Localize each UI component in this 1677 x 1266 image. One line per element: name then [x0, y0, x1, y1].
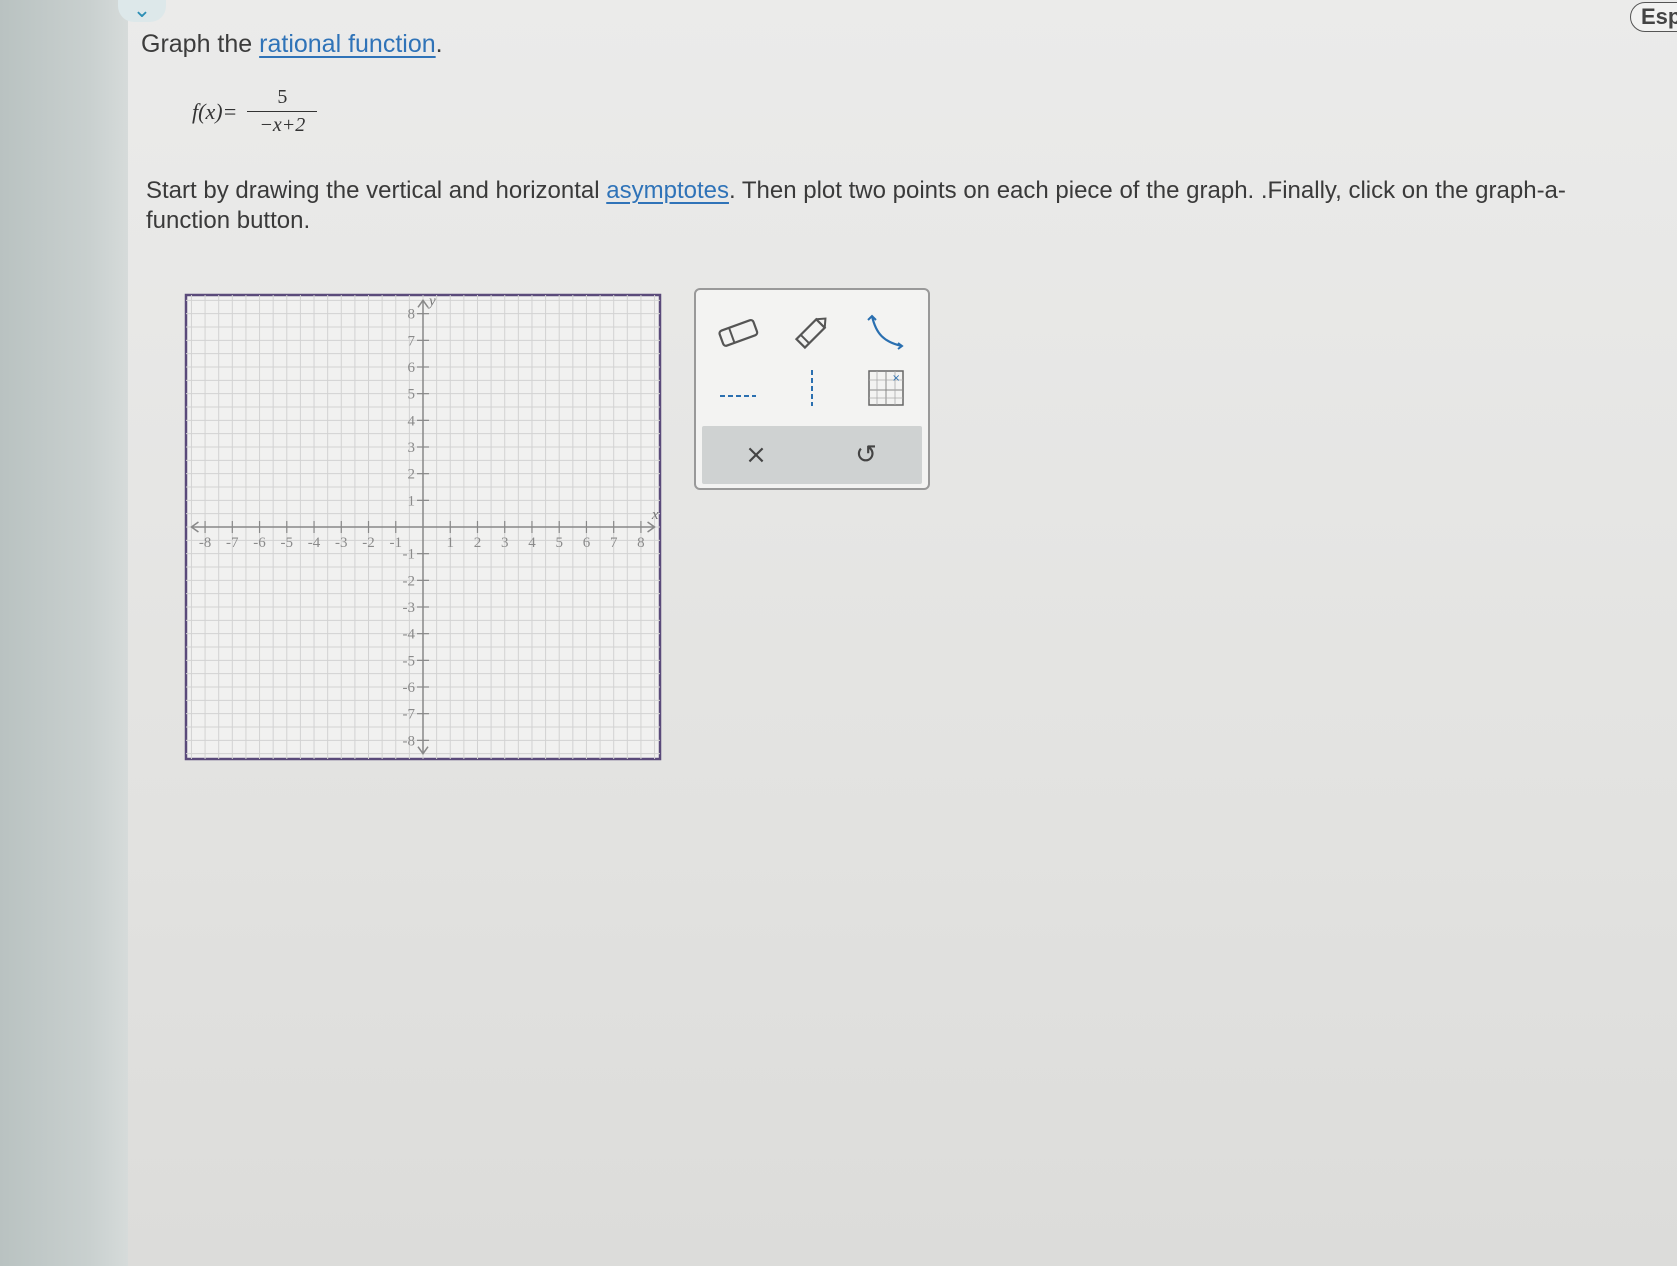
x-tick-label: -5 [281, 535, 294, 551]
y-tick-label: 8 [408, 307, 416, 323]
clear-button[interactable]: × [726, 432, 786, 478]
x-tick-label: -4 [308, 535, 321, 551]
x-tick-label: -6 [253, 535, 266, 551]
x-tick-label: -7 [226, 535, 239, 551]
pencil-icon [794, 317, 827, 350]
fraction-denominator: −x+2 [259, 114, 306, 136]
x-tick-label: -3 [335, 535, 348, 551]
instructions: Start by drawing the vertical and horizo… [146, 176, 1596, 236]
y-tick-label: 7 [408, 333, 416, 349]
x-tick-label: 1 [446, 535, 454, 551]
y-tick-label: 4 [408, 413, 416, 429]
left-strip [0, 0, 128, 1266]
eraser-tool-button[interactable] [708, 304, 768, 360]
y-tick-label: 5 [408, 387, 416, 403]
x-tick-label: 6 [583, 535, 591, 551]
x-tick-label: -8 [199, 535, 212, 551]
pencil-tool-button[interactable] [782, 304, 842, 360]
x-tick-label: 5 [555, 535, 563, 551]
coordinate-plane[interactable]: x y -8 -7 -6 -5 -4 -3 -2 -1 1 2 3 4 5 6 7 8 8 7 6 5 4 3 2 1 -1 -2 -3… [178, 287, 668, 767]
x-tick-label: 4 [528, 535, 536, 551]
function-lhs: f(x)= [192, 98, 238, 124]
graph-function-icon [867, 314, 904, 350]
function-formula: f(x)= 5 −x+2 [192, 86, 318, 137]
collapse-chevron-icon[interactable]: ⌄ [118, 0, 166, 22]
y-tick-label: 1 [408, 493, 416, 509]
x-tick-label: 3 [501, 535, 509, 551]
x-axis-label: x [651, 507, 659, 523]
svg-text:×: × [892, 373, 900, 384]
point-tool-icon: × [868, 370, 904, 406]
x-tick-label: 7 [610, 535, 618, 551]
y-tick-label: -5 [403, 653, 416, 669]
y-tick-label: -6 [403, 680, 416, 696]
vertical-asymptote-tool-button[interactable] [782, 360, 842, 416]
y-tick-label: -4 [403, 627, 416, 643]
y-tick-label: -8 [403, 733, 416, 749]
x-tick-label: -1 [390, 535, 403, 551]
graph-area[interactable]: x y -8 -7 -6 -5 -4 -3 -2 -1 1 2 3 4 5 6 7 8 8 7 6 5 4 3 2 1 -1 -2 -3… [178, 287, 668, 767]
point-tool-button[interactable]: × [856, 360, 916, 416]
y-tick-label: 2 [408, 467, 416, 483]
undo-button[interactable]: ↺ [836, 432, 896, 478]
graph-function-tool-button[interactable] [856, 304, 916, 360]
x-tick-label: -2 [362, 535, 375, 551]
y-tick-label: -7 [403, 707, 416, 723]
y-tick-label: -1 [403, 547, 416, 563]
title-prefix: Graph the [141, 30, 260, 58]
x-tick-label: 8 [637, 535, 645, 551]
horizontal-asymptote-tool-button[interactable] [708, 368, 768, 424]
horizontal-asymptote-icon [720, 395, 756, 397]
y-tick-label: -2 [403, 573, 416, 589]
y-tick-label: 3 [408, 440, 416, 456]
y-tick-label: 6 [408, 360, 416, 376]
fraction: 5 −x+2 [247, 86, 318, 137]
fraction-numerator: 5 [277, 86, 288, 108]
instructions-part1: Start by drawing the vertical and horizo… [146, 177, 607, 204]
asymptotes-link[interactable]: asymptotes [606, 177, 729, 204]
action-bar: × ↺ [702, 426, 922, 484]
y-axis-label: y [427, 294, 436, 310]
eraser-icon [718, 319, 759, 347]
rational-function-link[interactable]: rational function [259, 30, 436, 58]
x-tick-label: 2 [474, 535, 482, 551]
graphing-toolbox: × × ↺ [694, 288, 930, 490]
y-tick-label: -3 [403, 600, 416, 616]
problem-title: Graph the rational function. [141, 30, 443, 59]
vertical-asymptote-icon [811, 370, 813, 406]
language-toggle-button[interactable]: Esp [1630, 2, 1677, 32]
title-suffix: . [435, 30, 443, 58]
